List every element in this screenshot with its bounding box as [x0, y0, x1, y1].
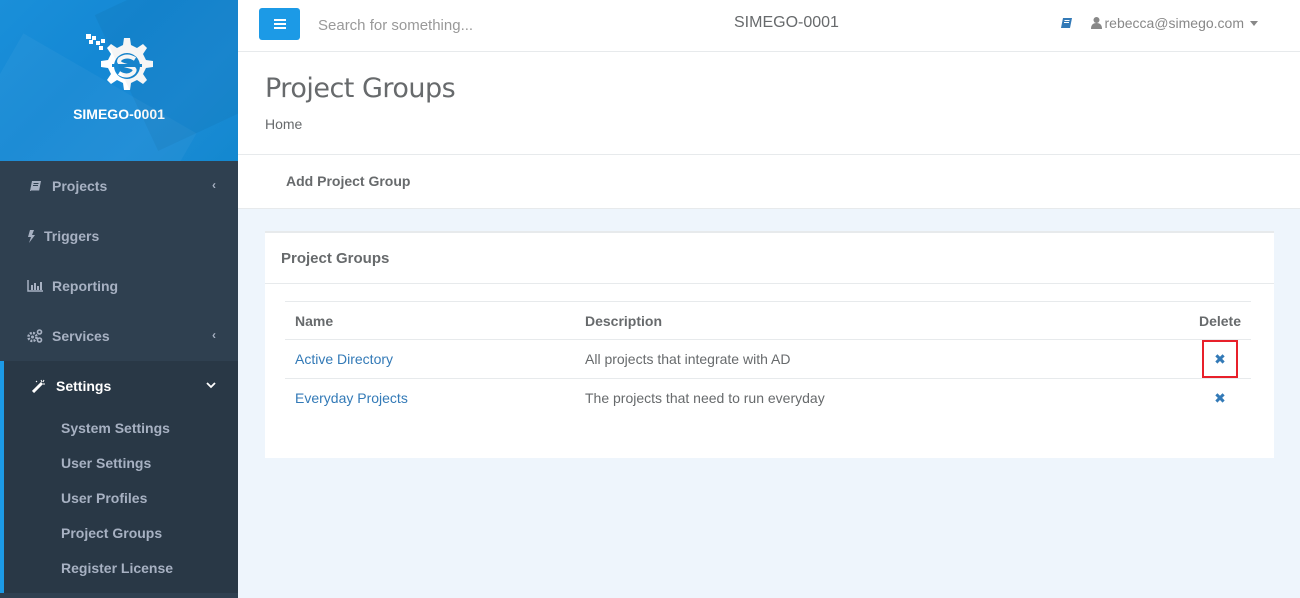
project-group-link[interactable]: Everyday Projects: [295, 390, 408, 406]
sidebar-item-reporting[interactable]: Reporting: [0, 261, 238, 311]
table-row: Everyday Projects The projects that need…: [285, 378, 1251, 417]
sidebar-item-projects[interactable]: Projects ‹: [0, 161, 238, 211]
project-groups-panel: Project Groups Name Description Delete A…: [265, 231, 1274, 458]
user-email: rebecca@simego.com: [1104, 15, 1245, 31]
table-row: Active Directory All projects that integ…: [285, 339, 1251, 379]
project-groups-table: Name Description Delete Active Directory…: [285, 301, 1251, 417]
project-group-link[interactable]: Active Directory: [295, 351, 393, 367]
panel-title: Project Groups: [265, 233, 1274, 284]
help-book-link[interactable]: [1060, 17, 1073, 30]
submenu-register-license[interactable]: Register License: [4, 550, 238, 585]
sidebar-item-triggers[interactable]: Triggers: [0, 211, 238, 261]
bolt-icon: [26, 229, 36, 243]
submenu-user-settings[interactable]: User Settings: [4, 445, 238, 480]
column-header-delete: Delete: [1188, 301, 1251, 340]
brand-name: SIMEGO-0001: [73, 106, 165, 122]
add-project-group-button[interactable]: Add Project Group: [286, 173, 410, 189]
hamburger-icon: [273, 19, 286, 29]
submenu-system-settings[interactable]: System Settings: [4, 411, 238, 445]
search-input[interactable]: [318, 12, 618, 38]
sidebar-item-label: Settings: [56, 378, 112, 394]
book-icon: [1060, 17, 1072, 28]
user-icon: [1090, 17, 1102, 29]
actions-bar: Add Project Group: [238, 155, 1300, 209]
breadcrumb-home[interactable]: Home: [265, 116, 1300, 132]
page-heading: Project Groups Home: [238, 52, 1300, 155]
sidebar-item-label: Triggers: [44, 228, 100, 244]
book-icon: [26, 179, 44, 193]
sidebar: SIMEGO-0001 Projects ‹ Triggers Reportin…: [0, 0, 238, 598]
project-group-description: The projects that need to run everyday: [575, 378, 1189, 417]
sidebar-nav: Projects ‹ Triggers Reporting Services ‹: [0, 161, 238, 411]
delete-icon[interactable]: ✖: [1201, 340, 1238, 378]
cogs-icon: [26, 329, 44, 343]
chevron-down-icon: [206, 378, 216, 392]
magic-wand-icon: [30, 379, 48, 393]
sidebar-item-label: Services: [52, 328, 110, 344]
sidebar-item-label: Reporting: [52, 278, 119, 294]
project-group-description: All projects that integrate with AD: [575, 339, 1189, 379]
column-header-description: Description: [575, 301, 1189, 340]
instance-title: SIMEGO-0001: [734, 14, 839, 31]
table-header-row: Name Description Delete: [285, 301, 1251, 340]
top-navbar: SIMEGO-0001 rebecca@simego.com: [238, 0, 1300, 52]
submenu-user-profiles[interactable]: User Profiles: [4, 480, 238, 515]
page-title: Project Groups: [265, 73, 456, 104]
chevron-left-icon: ‹: [212, 178, 216, 192]
top-right-links: rebecca@simego.com: [1060, 15, 1258, 31]
sidebar-item-settings[interactable]: Settings: [0, 361, 238, 411]
sidebar-item-services[interactable]: Services ‹: [0, 311, 238, 361]
sidebar-item-label: Projects: [52, 178, 108, 194]
bar-chart-icon: [26, 279, 44, 293]
delete-icon[interactable]: ✖: [1202, 379, 1238, 417]
simego-logo-icon: [86, 34, 153, 90]
submenu-project-groups[interactable]: Project Groups: [4, 515, 238, 550]
user-menu-dropdown[interactable]: rebecca@simego.com: [1090, 15, 1258, 31]
brand-header: SIMEGO-0001: [0, 0, 238, 161]
menu-toggle-button[interactable]: [259, 8, 300, 40]
settings-submenu: System Settings User Settings User Profi…: [0, 411, 238, 593]
caret-down-icon: [1250, 20, 1258, 26]
chevron-left-icon: ‹: [212, 328, 216, 342]
column-header-name: Name: [285, 301, 575, 340]
